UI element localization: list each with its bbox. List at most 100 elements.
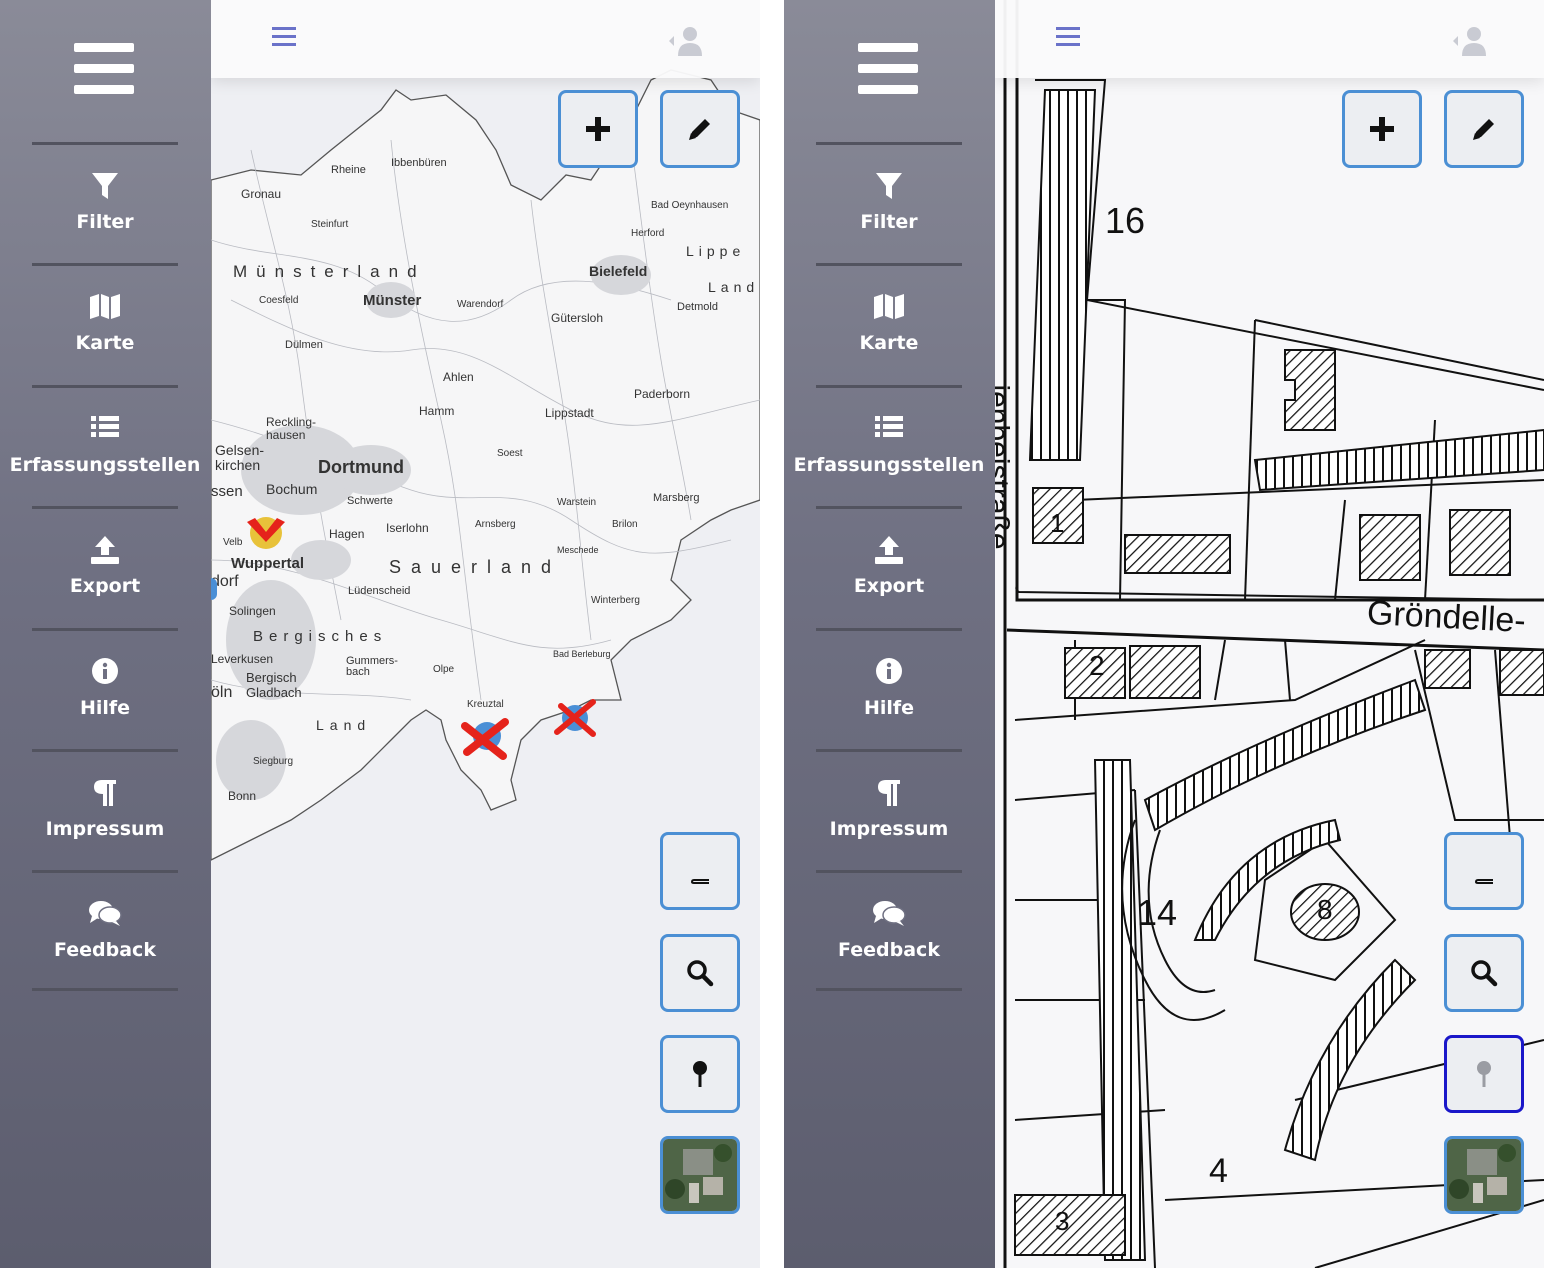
map-label: Bielefeld — [589, 263, 648, 279]
map-label: Land — [708, 279, 760, 295]
sidebar-item-erfassungsstellen[interactable]: Erfassungsstellen — [10, 385, 200, 506]
map-marker-removed[interactable] — [553, 696, 601, 744]
user-login-icon[interactable] — [1447, 24, 1487, 58]
sidebar-item-label: Karte — [75, 332, 135, 354]
aerial-thumbnail-icon — [1447, 1139, 1521, 1211]
pencil-icon — [689, 119, 710, 140]
map-label: Lippe — [686, 243, 746, 259]
top-bar — [211, 0, 760, 78]
map-view[interactable]: Ibbenbüren Rheine Gronau Steinfurt Bad O… — [211, 0, 760, 1268]
map-label: 3 — [1055, 1206, 1070, 1236]
sidebar-item-hilfe[interactable]: Hilfe — [816, 628, 962, 749]
pencil-icon — [1473, 119, 1494, 140]
sidebar-item-label: Impressum — [45, 818, 165, 840]
sidebar-item-label: Export — [853, 575, 925, 597]
menu-toggle-icon[interactable] — [1055, 24, 1081, 50]
book-icon — [1475, 859, 1493, 884]
paragraph-icon — [32, 778, 178, 810]
map-marker-removed[interactable] — [461, 712, 511, 762]
search-icon — [687, 960, 714, 987]
map-label: Arnsberg — [475, 519, 516, 530]
book-icon — [691, 859, 709, 884]
filter-icon — [32, 171, 178, 203]
sidebar-item-label: Feedback — [838, 939, 940, 961]
comments-icon — [32, 899, 178, 931]
map-label: ssen — [211, 483, 243, 500]
map-label: Hagen — [329, 527, 365, 541]
map-label: 16 — [1105, 200, 1146, 241]
location-button[interactable] — [1444, 1035, 1524, 1113]
basemap-switch-button[interactable] — [1444, 1136, 1524, 1214]
add-button[interactable] — [558, 90, 638, 168]
search-button[interactable] — [660, 934, 740, 1012]
sidebar-item-impressum[interactable]: Impressum — [816, 749, 962, 870]
sidebar-item-label: Erfassungsstellen — [793, 454, 985, 476]
app-panel-regional: Ibbenbüren Rheine Gronau Steinfurt Bad O… — [0, 0, 760, 1268]
sidebar-item-filter[interactable]: Filter — [32, 142, 178, 263]
user-login-icon[interactable] — [663, 24, 703, 58]
map-label: Coesfeld — [259, 295, 299, 306]
map-label: Soest — [497, 448, 523, 459]
map-label: Ibbenbüren — [391, 157, 447, 169]
map-label: Gronau — [241, 187, 282, 201]
map-label: Reckling-hausen — [266, 415, 317, 442]
map-label: Dülmen — [285, 339, 323, 351]
sidebar-item-karte[interactable]: Karte — [32, 263, 178, 384]
sidebar-item-feedback[interactable]: Feedback — [816, 870, 962, 991]
filter-icon — [816, 171, 962, 203]
search-icon — [1471, 960, 1498, 987]
edit-button[interactable] — [1444, 90, 1524, 168]
map-label: 2 — [1089, 650, 1105, 681]
map-label: Gelsen-kirchen — [215, 442, 265, 473]
sidebar-item-erfassungsstellen[interactable]: Erfassungsstellen — [794, 385, 984, 506]
map-view[interactable]: 16 Gröndelle- jenbeistraße 14 4 8 2 1 3 — [995, 0, 1544, 1268]
sidebar-item-feedback[interactable]: Feedback — [32, 870, 178, 991]
sidebar-menu-icon[interactable] — [858, 43, 918, 95]
info-icon — [32, 657, 178, 689]
upload-icon — [816, 535, 962, 567]
sidebar-item-impressum[interactable]: Impressum — [32, 749, 178, 870]
book-button[interactable] — [1444, 832, 1524, 910]
map-label: Steinfurt — [311, 219, 349, 230]
map-label: Bonn — [228, 789, 257, 803]
list-icon — [816, 414, 962, 446]
map-label: Warendorf — [457, 299, 504, 310]
add-button[interactable] — [1342, 90, 1422, 168]
map-label: Sauerland — [389, 557, 562, 577]
paragraph-icon — [816, 778, 962, 810]
map-icon — [816, 292, 962, 324]
sidebar-item-hilfe[interactable]: Hilfe — [32, 628, 178, 749]
sidebar-item-export[interactable]: Export — [32, 506, 178, 627]
sidebar-item-filter[interactable]: Filter — [816, 142, 962, 263]
book-button[interactable] — [660, 832, 740, 910]
info-icon — [816, 657, 962, 689]
sidebar-item-karte[interactable]: Karte — [816, 263, 962, 384]
list-icon — [32, 414, 178, 446]
location-button[interactable] — [660, 1035, 740, 1113]
map-marker-yellow[interactable] — [241, 508, 291, 558]
sidebar-menu-icon[interactable] — [74, 43, 134, 95]
map-label: Lüdenscheid — [348, 585, 411, 597]
basemap-switch-button[interactable] — [660, 1136, 740, 1214]
comments-icon — [816, 899, 962, 931]
map-label: Warstein — [557, 497, 597, 508]
sidebar-item-export[interactable]: Export — [816, 506, 962, 627]
sidebar-item-label: Hilfe — [863, 697, 915, 719]
map-label: Lippstadt — [545, 406, 594, 420]
map-label: Gummers-bach — [346, 655, 398, 678]
app-panel-cadastral: 16 Gröndelle- jenbeistraße 14 4 8 2 1 3 — [784, 0, 1544, 1268]
edit-button[interactable] — [660, 90, 740, 168]
map-label: Olpe — [433, 664, 455, 675]
sidebar-item-label: Erfassungsstellen — [9, 454, 201, 476]
sidebar-item-label: Karte — [859, 332, 919, 354]
aerial-thumbnail-icon — [663, 1139, 737, 1211]
map-label: Iserlohn — [386, 521, 429, 535]
map-label: 8 — [1317, 894, 1333, 925]
search-button[interactable] — [1444, 934, 1524, 1012]
sidebar-item-label: Filter — [76, 211, 134, 233]
menu-toggle-icon[interactable] — [271, 24, 297, 50]
map-label: Kreuztal — [467, 699, 504, 710]
map-label: Marsberg — [653, 492, 700, 504]
map-label: Paderborn — [634, 387, 691, 401]
map-label: Brilon — [612, 519, 638, 530]
